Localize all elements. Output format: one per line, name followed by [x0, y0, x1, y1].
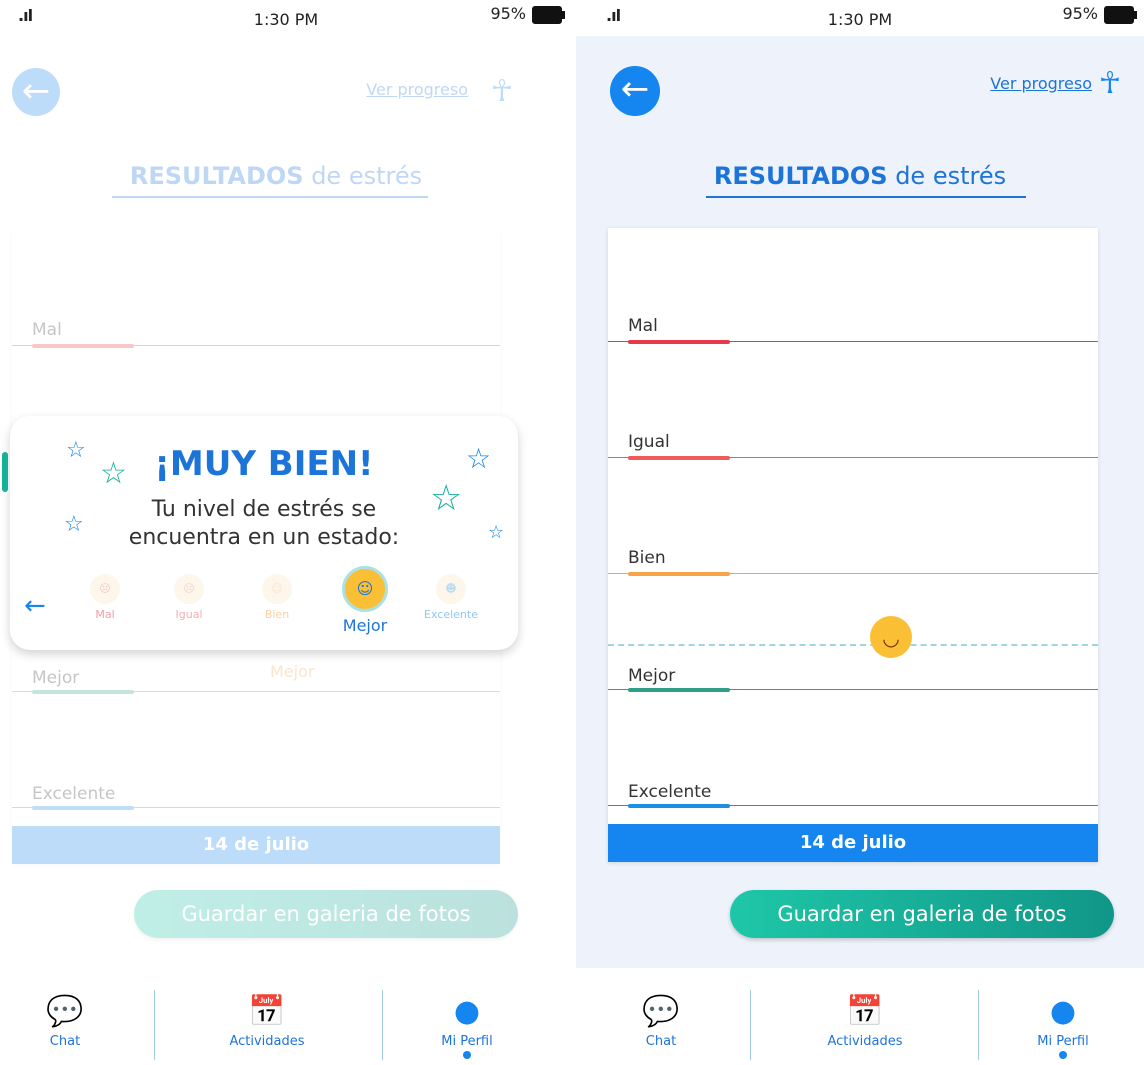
user-icon: ●	[1049, 994, 1077, 1029]
level-label: Bien	[628, 548, 666, 568]
level-label: Mal	[32, 320, 62, 340]
title-underline	[112, 196, 428, 198]
face-mejor[interactable]: ☺ Mejor	[330, 566, 400, 635]
active-dot	[1059, 1051, 1067, 1059]
result-popup: ☆ ☆ ☆ ☆ ☆ ☆ ¡MUY BIEN! Tu nivel de estré…	[2, 416, 518, 650]
level-label: Mejor	[628, 666, 676, 686]
level-line	[12, 345, 500, 346]
status-time: 1:30 PM	[827, 10, 893, 29]
face-excelente[interactable]: ☻ Excelente	[416, 574, 486, 621]
screen-popup: .ıl 1:30 PM 95% ← Ver progreso ☥ RESULTA…	[0, 0, 572, 1065]
progress-link[interactable]: Ver progreso	[990, 74, 1092, 93]
current-level-line	[608, 644, 1098, 646]
save-gallery-button[interactable]: Guardar en galeria de fotos	[730, 890, 1114, 938]
level-label: Igual	[628, 432, 670, 452]
battery-percent: 95%	[1062, 4, 1098, 23]
tab-bar: 💬 Chat 📅 Actividades ● Mi Perfil	[0, 970, 572, 1065]
level-line	[608, 805, 1098, 806]
tab-profile[interactable]: ● Mi Perfil	[412, 990, 522, 1059]
status-bar: .ıl 1:30 PM 95%	[576, 0, 1144, 34]
progress-link[interactable]: Ver progreso	[366, 80, 468, 99]
faded-marker-label: Mejor	[270, 662, 315, 681]
tab-chat[interactable]: 💬 Chat	[10, 990, 120, 1049]
save-gallery-button[interactable]: Guardar en galeria de fotos	[134, 890, 518, 938]
grin-face-icon: ☻	[436, 574, 466, 604]
tab-divider	[978, 990, 979, 1060]
tab-bar: 💬 Chat 📅 Actividades ● Mi Perfil	[576, 970, 1144, 1065]
level-line	[608, 573, 1098, 574]
level-line	[608, 689, 1098, 690]
level-line	[608, 341, 1098, 342]
tab-divider	[154, 990, 155, 1060]
trophy-icon: ☥	[1098, 66, 1122, 101]
chat-icon: 💬	[642, 994, 680, 1029]
back-button[interactable]: ←	[12, 68, 60, 116]
level-line	[12, 807, 500, 808]
calendar-icon: 📅	[846, 994, 884, 1029]
face-igual[interactable]: ☹ Igual	[154, 574, 224, 621]
page-title: RESULTADOS de estrés	[713, 162, 1007, 190]
sad-face-icon: ☹	[90, 574, 120, 604]
level-line	[12, 691, 500, 692]
tab-activities[interactable]: 📅 Actividades	[212, 990, 322, 1049]
level-line	[608, 457, 1098, 458]
happy-face-icon: ☺	[342, 566, 388, 612]
active-dot	[463, 1051, 471, 1059]
level-label: Mal	[628, 316, 658, 336]
level-label: Mejor	[32, 668, 80, 688]
user-icon: ●	[453, 994, 481, 1029]
popup-message: Tu nivel de estrés se encuentra en un es…	[128, 497, 400, 550]
trophy-icon: ☥	[490, 74, 514, 109]
face-mal[interactable]: ☹ Mal	[70, 574, 140, 621]
title-underline	[706, 196, 1026, 198]
back-button[interactable]: ←	[610, 66, 660, 116]
page-title: RESULTADOS de estrés	[129, 162, 423, 190]
date-bar: 14 de julio	[12, 826, 500, 864]
level-label: Excelente	[628, 782, 712, 802]
popup-back-icon[interactable]: ←	[24, 591, 46, 621]
calendar-icon: 📅	[248, 994, 286, 1029]
smile-face-icon: ☺	[262, 574, 292, 604]
popup-handle	[2, 452, 8, 492]
date-bar: 14 de julio	[608, 824, 1098, 862]
tab-divider	[382, 990, 383, 1060]
level-label: Excelente	[32, 784, 116, 804]
tab-activities[interactable]: 📅 Actividades	[810, 990, 920, 1049]
screen-results: .ıl 1:30 PM 95% ← Ver progreso ☥ RESULTA…	[576, 0, 1144, 1065]
chat-icon: 💬	[46, 994, 84, 1029]
face-bien[interactable]: ☺ Bien	[242, 574, 312, 621]
neutral-face-icon: ☹	[174, 574, 204, 604]
popup-title: ¡MUY BIEN!	[154, 444, 374, 484]
tab-profile[interactable]: ● Mi Perfil	[1008, 990, 1118, 1059]
battery-icon	[1104, 6, 1137, 24]
happy-face-icon: ◡	[870, 616, 912, 658]
tab-chat[interactable]: 💬 Chat	[606, 990, 716, 1049]
tab-divider	[750, 990, 751, 1060]
results-chart: Mal Igual Bien ◡ Mejor Excelente 14 de j…	[608, 228, 1098, 862]
